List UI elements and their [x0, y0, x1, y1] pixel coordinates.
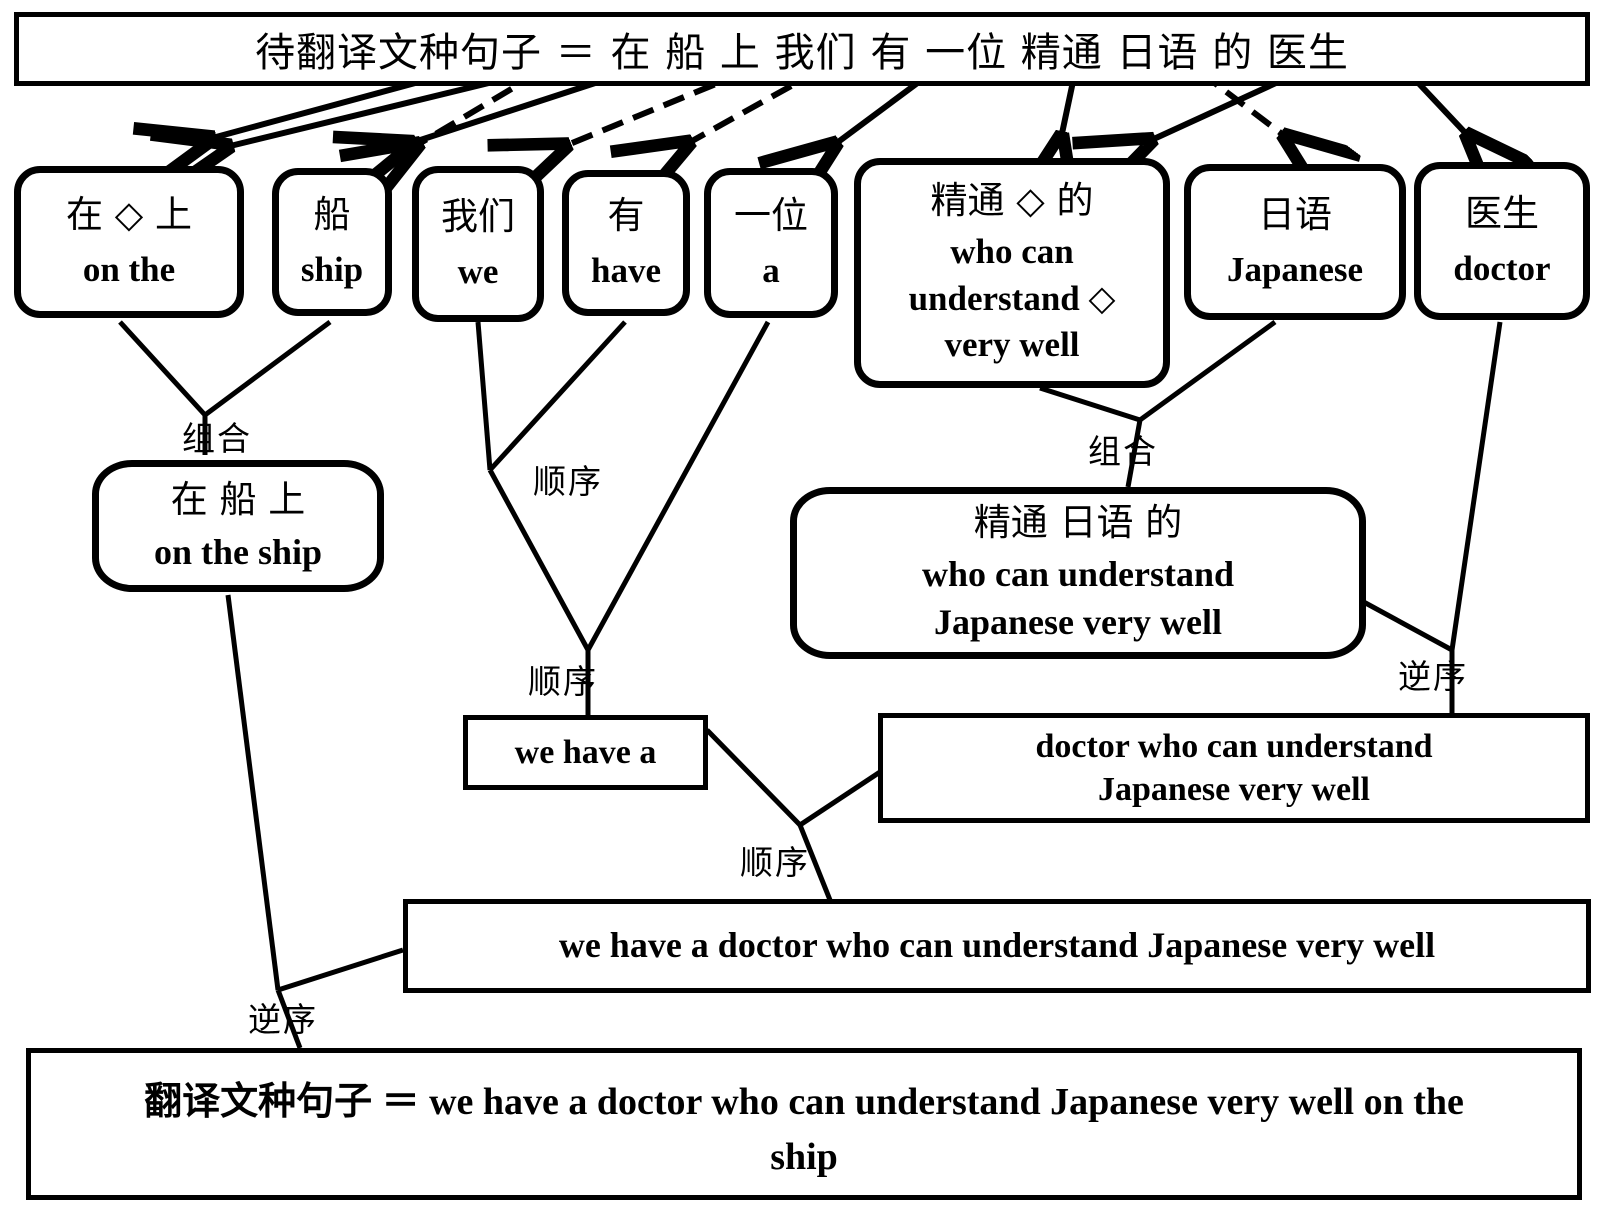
target-sentence-line2: ship [770, 1135, 838, 1178]
source-sentence-text: 待翻译文种句子 ＝ 在 船 上 我们 有 一位 精通 日语 的 医生 [255, 30, 1349, 76]
operation-label-reverse-1: 逆序 [1398, 657, 1468, 696]
phrase-en-on-the-ship: on the ship [153, 531, 323, 572]
lexical-en-ship: ship [300, 249, 364, 289]
lexical-en-japanese: Japanese [1226, 249, 1364, 289]
lexical-node-who-can-understand[interactable]: 精通 ◇ 的 who can understand ◇ very well [854, 158, 1170, 388]
lexical-en-doctor: doctor [1453, 248, 1551, 288]
source-sentence-banner: 待翻译文种句子 ＝ 在 船 上 我们 有 一位 精通 日语 的 医生 [14, 12, 1590, 86]
phrase-en-doctor-clause-line1: doctor who can understand [1035, 727, 1433, 765]
phrase-cn-on-the-ship: 在 船 上 [170, 477, 306, 521]
lexical-node-on-the[interactable]: 在 ◇ 上 on the [14, 166, 244, 318]
phrase-en-we-have-a: we have a [514, 733, 657, 771]
operation-label-combine-2: 组合 [1088, 432, 1158, 471]
lexical-en-we: we [457, 251, 499, 291]
phrase-cn-who-can-understand-japanese: 精通 日语 的 [973, 501, 1183, 545]
lexical-en-who-can-understand-line3: very well [944, 325, 1080, 365]
lexical-cn-ship: 船 [313, 192, 351, 236]
lexical-node-ship[interactable]: 船 ship [272, 168, 392, 316]
translation-derivation-diagram: 待翻译文种句子 ＝ 在 船 上 我们 有 一位 精通 日语 的 医生 在 ◇ 上… [0, 0, 1605, 1214]
lexical-node-a[interactable]: 一位 a [704, 168, 838, 318]
lexical-node-japanese[interactable]: 日语 Japanese [1184, 164, 1406, 320]
lexical-cn-have: 有 [607, 193, 645, 237]
lexical-en-a: a [762, 250, 780, 290]
phrase-node-doctor-relative-clause[interactable]: doctor who can understand Japanese very … [878, 713, 1590, 823]
operation-label-sequential-1: 顺序 [533, 462, 603, 501]
phrase-en-who-can-understand-japanese-line2: Japanese very well [934, 601, 1222, 642]
lexical-en-have: have [591, 250, 661, 290]
lexical-cn-we: 我们 [441, 194, 515, 238]
phrase-node-on-the-ship[interactable]: 在 船 上 on the ship [92, 460, 384, 592]
lexical-cn-doctor: 医生 [1465, 191, 1539, 235]
lexical-cn-who-can-understand: 精通 ◇ 的 [930, 179, 1094, 223]
lexical-cn-on-the: 在 ◇ 上 [66, 192, 192, 236]
target-sentence-line1: 翻译文种句子 ＝ we have a doctor who can unders… [144, 1080, 1464, 1123]
operation-label-combine-1: 组合 [182, 419, 252, 458]
lexical-node-we[interactable]: 我们 we [412, 166, 544, 322]
phrase-en-doctor-clause-line2: Japanese very well [1098, 771, 1370, 808]
lexical-cn-a: 一位 [734, 193, 808, 237]
lexical-cn-japanese: 日语 [1258, 192, 1332, 236]
lexical-en-who-can-understand-line2: understand ◇ [908, 278, 1116, 318]
lexical-node-have[interactable]: 有 have [562, 170, 690, 316]
lexical-node-doctor[interactable]: 医生 doctor [1414, 162, 1590, 320]
phrase-node-who-can-understand-japanese[interactable]: 精通 日语 的 who can understand Japanese very… [790, 487, 1366, 659]
lexical-en-on-the: on the [82, 249, 176, 289]
operation-label-sequential-3: 顺序 [740, 843, 810, 882]
phrase-en-who-can-understand-japanese-line1: who can understand [921, 554, 1235, 595]
phrase-node-we-have-a[interactable]: we have a [463, 715, 708, 790]
target-sentence-banner: 翻译文种句子 ＝ we have a doctor who can unders… [26, 1048, 1582, 1200]
lexical-en-who-can-understand-line1: who can [950, 232, 1074, 272]
operation-label-reverse-2: 逆序 [248, 1000, 318, 1039]
operation-label-sequential-2: 顺序 [528, 662, 598, 701]
phrase-en-main-clause: we have a doctor who can understand Japa… [558, 925, 1436, 966]
phrase-node-main-clause[interactable]: we have a doctor who can understand Japa… [403, 899, 1591, 993]
